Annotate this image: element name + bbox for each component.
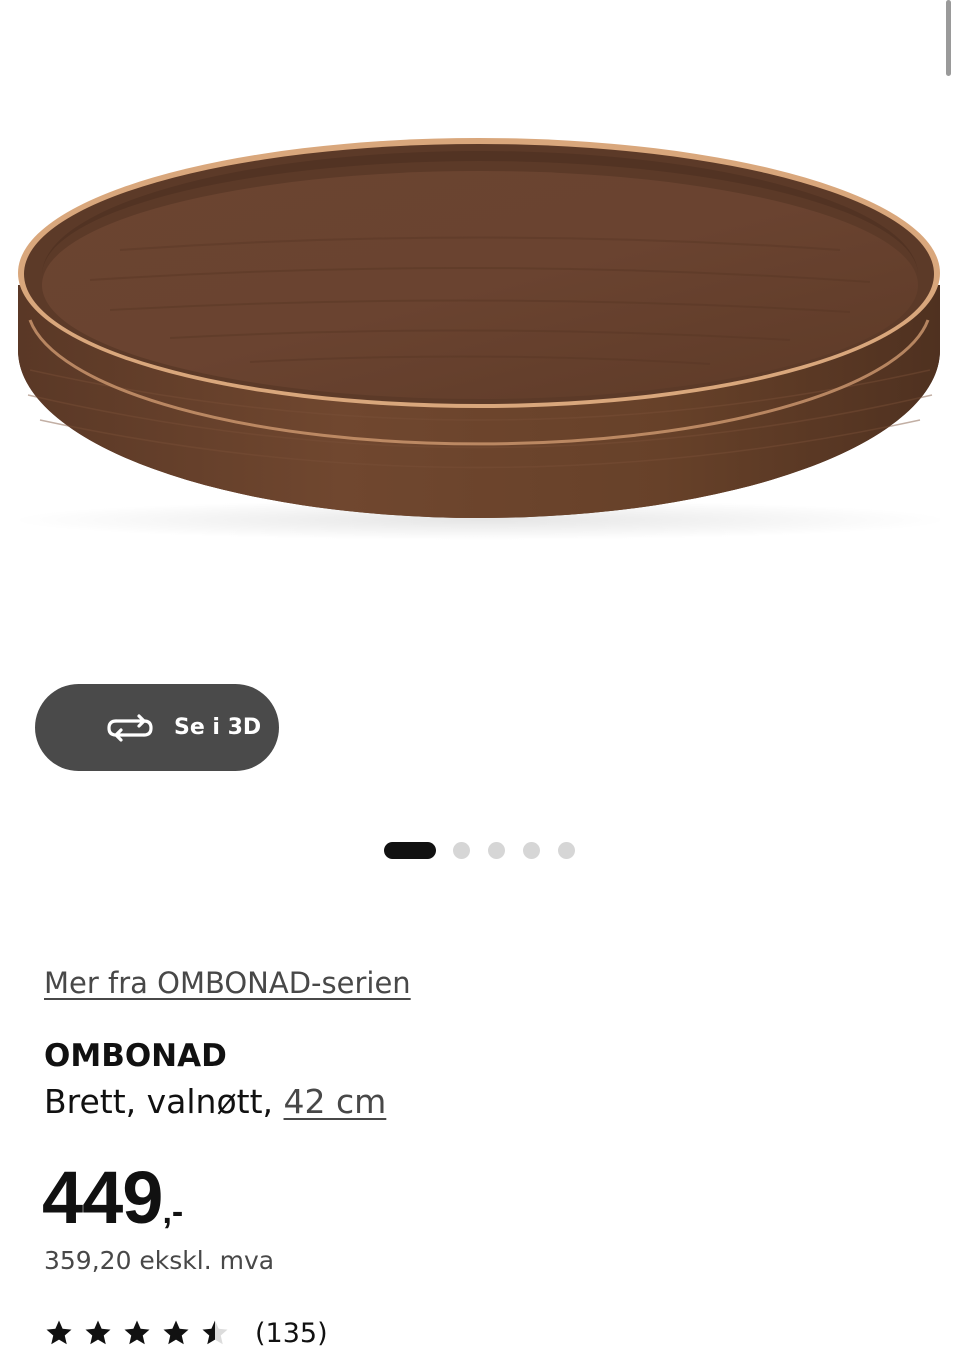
product-description-text: Brett, valnøtt, — [44, 1082, 284, 1121]
star-icon — [124, 1320, 150, 1345]
product-page: Se i 3D Mer fra OMBONAD-serien OMBONAD B… — [0, 0, 960, 1370]
half-star-icon — [202, 1320, 228, 1345]
price-suffix: ,- — [162, 1193, 184, 1231]
rotate-3d-icon — [107, 714, 153, 742]
carousel-indicator — [384, 841, 593, 859]
price-main: 449 — [42, 1156, 163, 1239]
carousel-dot[interactable] — [523, 841, 540, 859]
view-3d-button[interactable]: Se i 3D — [35, 684, 279, 771]
product-name: OMBONAD — [44, 1038, 227, 1074]
series-link[interactable]: Mer fra OMBONAD-serien — [44, 966, 411, 1000]
product-image[interactable] — [0, 0, 960, 680]
rating[interactable]: (135) — [44, 1316, 328, 1350]
size-link[interactable]: 42 cm — [284, 1082, 387, 1121]
view-3d-label: Se i 3D — [174, 715, 262, 740]
carousel-dot[interactable] — [488, 841, 505, 859]
carousel-dot-active[interactable] — [384, 841, 436, 859]
carousel-dot[interactable] — [558, 841, 575, 859]
carousel-dot[interactable] — [453, 841, 470, 859]
star-icon — [85, 1320, 111, 1345]
star-icon — [46, 1320, 72, 1345]
product-description: Brett, valnøtt, 42 cm — [44, 1082, 386, 1121]
product-price: 449,- — [42, 1155, 183, 1240]
price-ex-vat: 359,20 ekskl. mva — [44, 1246, 275, 1275]
rating-count[interactable]: (135) — [255, 1318, 328, 1349]
star-icon — [163, 1320, 189, 1345]
